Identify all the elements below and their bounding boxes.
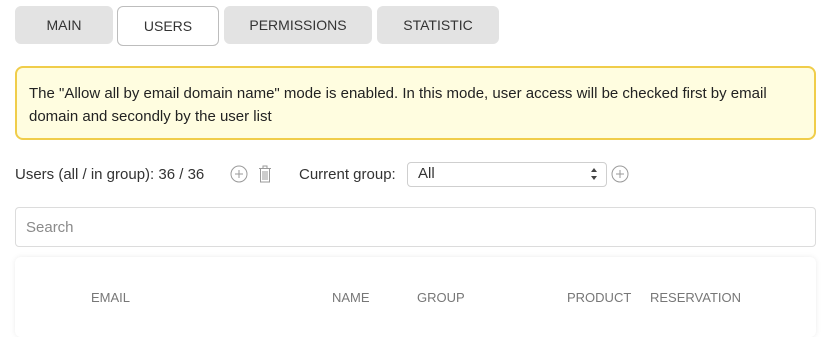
select-arrows-icon [591,168,597,180]
column-header-email[interactable]: EMAIL [91,290,130,305]
add-group-button[interactable] [611,165,629,183]
trash-icon [259,165,271,183]
column-header-group[interactable]: GROUP [417,290,465,305]
current-group-label: Current group: [299,166,396,183]
tab-permissions-label: PERMISSIONS [249,17,347,33]
column-header-name[interactable]: NAME [332,290,370,305]
plus-circle-icon [611,165,629,183]
tab-statistic[interactable]: STATISTIC [377,6,499,44]
group-select[interactable]: All [407,162,607,187]
tab-permissions[interactable]: PERMISSIONS [224,6,372,44]
users-toolbar: Users (all / in group): 36 / 36 Current … [15,162,815,188]
users-count: Users (all / in group): 36 / 36 [15,166,205,183]
add-user-button[interactable] [230,165,248,183]
plus-circle-icon [230,165,248,183]
domain-mode-alert: The "Allow all by email domain name" mod… [15,66,816,140]
tab-main[interactable]: MAIN [15,6,113,44]
tab-users-label: USERS [143,18,193,34]
search-input[interactable] [15,207,816,247]
alert-text: The "Allow all by email domain name" mod… [29,85,767,125]
tab-statistic-label: STATISTIC [403,17,473,33]
tab-users[interactable]: USERS [117,6,219,46]
column-header-product[interactable]: PRODUCT [567,290,631,305]
tab-main-label: MAIN [46,17,82,33]
column-header-reservation[interactable]: RESERVATION [650,290,741,305]
delete-user-button[interactable] [256,165,274,183]
group-select-value: All [418,165,435,182]
users-table: EMAIL NAME GROUP PRODUCT RESERVATION [15,257,816,337]
